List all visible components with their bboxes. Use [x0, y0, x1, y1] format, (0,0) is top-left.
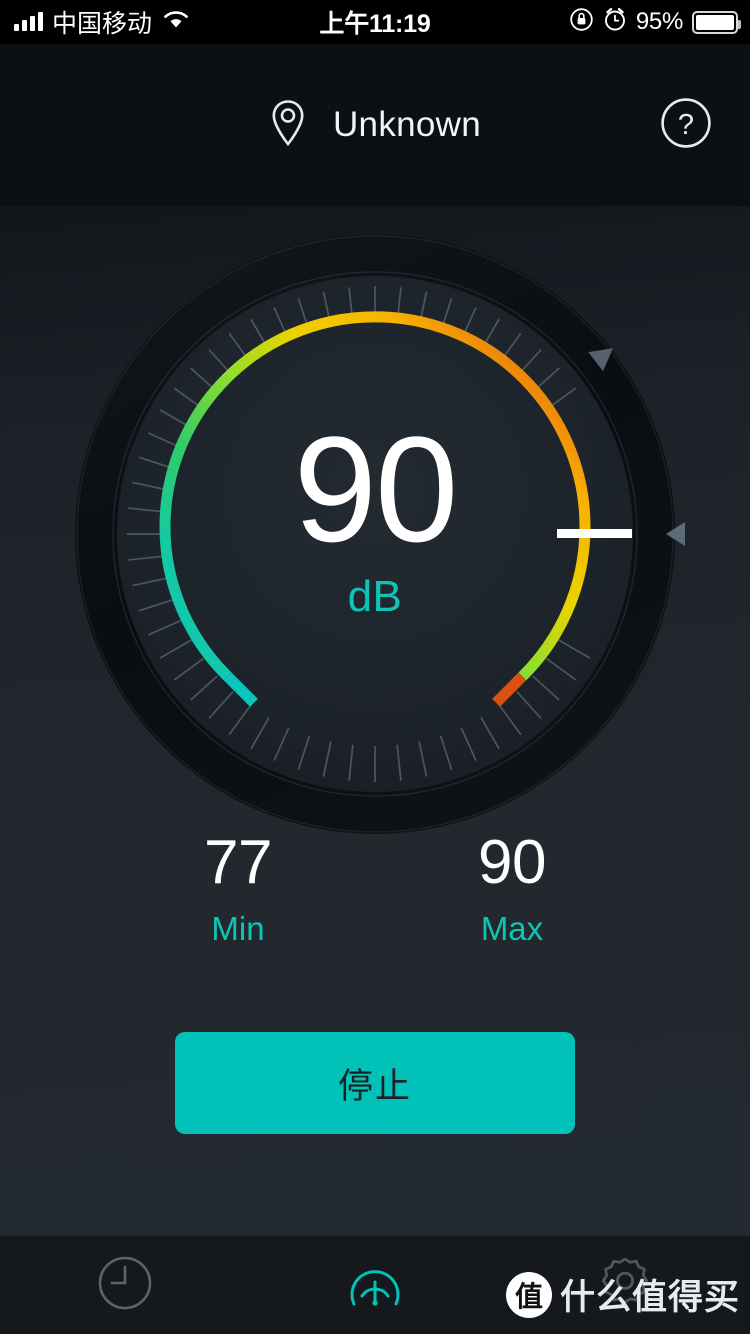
max-stat: 90 Max	[478, 832, 546, 948]
gauge-icon	[344, 1252, 406, 1319]
header-bar: Unknown ?	[0, 44, 750, 206]
help-button[interactable]: ?	[660, 97, 712, 154]
min-max-stats: 77 Min 90 Max	[0, 832, 750, 948]
main-content: 90 dB 77 Min 90 Max 停止	[0, 206, 750, 1236]
location-button[interactable]: Unknown	[269, 98, 481, 153]
watermark-badge: 值	[505, 1271, 552, 1318]
rotation-lock-icon	[569, 7, 594, 37]
tab-history[interactable]	[0, 1236, 250, 1334]
stop-button[interactable]: 停止	[175, 1032, 575, 1134]
app-root: 中国移动 上午11:19 95% Unknown ? 90 dB 77 Min …	[0, 0, 750, 1334]
gauge-readout: 90 dB	[65, 224, 685, 844]
page-title: Unknown	[332, 105, 481, 144]
decibel-value: 90	[293, 405, 459, 573]
min-label: Min	[211, 910, 265, 947]
battery-icon	[692, 10, 741, 34]
sound-level-gauge: 90 dB	[65, 224, 685, 844]
min-value: 77	[204, 828, 272, 897]
location-pin-icon	[269, 98, 307, 153]
status-bar-right: 95%	[569, 7, 741, 37]
max-label: Max	[480, 910, 544, 947]
status-bar: 中国移动 上午11:19 95%	[0, 0, 750, 44]
watermark-text: 什么值得买	[559, 1278, 740, 1317]
clock-icon	[96, 1254, 154, 1317]
max-value: 90	[478, 828, 546, 897]
svg-text:?: ?	[678, 109, 694, 141]
alarm-clock-icon	[603, 7, 627, 37]
tab-meter[interactable]	[250, 1236, 500, 1334]
decibel-unit-label: dB	[347, 572, 403, 621]
battery-percent-label: 95%	[635, 8, 683, 35]
min-stat: 77 Min	[204, 832, 272, 948]
help-circle-icon: ?	[660, 97, 712, 154]
smzdm-watermark: 值 什么值得买	[505, 1269, 740, 1320]
